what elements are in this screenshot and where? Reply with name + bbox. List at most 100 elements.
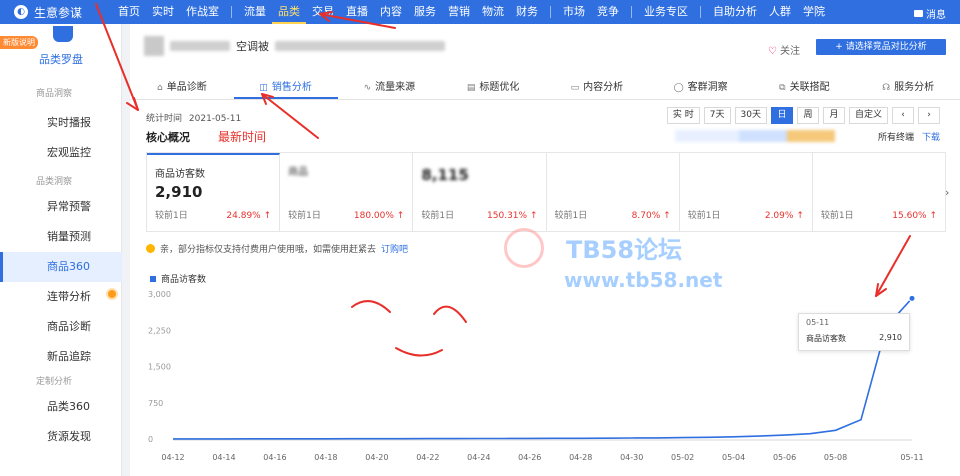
time-button[interactable]: 30天 [734,107,767,124]
nav-item[interactable]: 直播 [340,0,374,24]
blurred-strip [675,130,835,142]
tab-6[interactable]: ⧉ 关联搭配 [753,76,857,99]
sidebar-item[interactable]: 货源发现 [0,422,122,452]
nav-item[interactable]: 物流 [476,0,510,24]
download-link[interactable]: 下载 [922,130,940,143]
up-arrow-icon: ↑ [529,211,538,221]
time-button[interactable]: 月 [822,107,845,124]
product-thumbnail [144,36,164,56]
mail-icon [914,10,923,17]
watermark-line1: TB58论坛 [566,236,683,264]
core-overview-title: 核心概况 [146,131,190,144]
next-date-icon[interactable]: › [918,107,940,124]
metric-change-pct: 8.70% [631,211,661,221]
tab-label: 标题优化 [479,82,520,93]
legend-label: 商品访客数 [161,275,207,285]
tab-7[interactable]: ☊ 服务分析 [856,76,960,99]
metric-card[interactable]: 商品访客数 2,910 较前1日 24.89% ↑ [147,153,281,231]
sidebar-item[interactable]: 销量预测 [0,222,122,252]
metric-card[interactable]: 8,115 较前1日 150.31% ↑ [413,153,547,231]
tab-label: 流量来源 [375,82,416,93]
nav-item[interactable]: 竞争 [591,0,625,24]
time-button[interactable]: 7天 [703,107,731,124]
y-tick-label: 0 [148,435,153,444]
metric-compare-label: 较前1日 [155,211,188,221]
sidebar-item[interactable]: 商品360 [0,252,122,282]
chart-legend[interactable]: 商品访客数 [150,272,206,285]
nav-item[interactable]: 营销 [442,0,476,24]
brand-logo-icon: ◐ [14,5,28,19]
x-tick-label: 05-06 [773,453,796,462]
tooltip-date: 05-11 [806,318,830,327]
favorite-button[interactable]: ♡ 关注 [768,42,800,57]
up-arrow-icon: ↑ [663,211,671,221]
tab-4[interactable]: ▭ 内容分析 [545,76,649,99]
sidebar-section-label: 定制分析 [36,377,73,387]
metric-change-pct: 24.89% [226,211,261,221]
sidebar-item[interactable]: 实时播报 [0,108,122,138]
nav-item[interactable]: 财务 [510,0,544,24]
up-arrow-icon: ↑ [396,211,405,221]
time-button[interactable]: 日 [770,107,793,124]
tab-0[interactable]: ⌂ 单品诊断 [130,76,234,99]
sidebar-item[interactable]: 新品追踪 [0,342,122,372]
metric-compare-label: 较前1日 [288,211,321,221]
metric-card[interactable]: 较前1日 2.09% ↑ [680,153,813,231]
sidebar-item[interactable]: 品类360 [0,392,122,422]
nav-item[interactable]: 首页 [112,0,146,24]
chart-icon: ▤ [466,83,476,93]
x-tick-label: 04-18 [314,453,337,462]
nav-item[interactable]: 作战室 [180,0,225,24]
x-tick-label: 05-04 [722,453,745,462]
all-terminals-select[interactable]: 所有终端 [878,130,914,143]
sidebar-item[interactable]: 连带分析 [0,282,122,312]
nav-item[interactable]: 自助分析 [707,0,763,24]
sidebar-item[interactable]: 异常预警 [0,192,122,222]
nav-item[interactable]: 流量 [238,0,272,24]
metric-card[interactable]: 较前1日 15.60% ↑ [813,153,945,231]
sidebar-item[interactable]: 商品诊断 [0,312,122,342]
prev-date-icon[interactable]: ‹ [892,107,914,124]
nav-item[interactable]: 服务 [408,0,442,24]
sidebar-item[interactable]: 宏观监控 [0,138,122,168]
latest-time-annotation: 最新时间 [218,130,267,144]
new-version-tag[interactable]: 新版说明 [0,36,38,49]
floating-dot-icon[interactable] [106,288,118,300]
stat-time-label: 统计时间 [146,114,183,124]
nav-separator [631,6,632,18]
nav-item[interactable]: 交易 [306,0,340,24]
x-tick-label: 04-28 [569,453,592,462]
nav-item[interactable]: 内容 [374,0,408,24]
headset-icon: ☊ [882,83,891,93]
tab-label: 内容分析 [583,82,624,93]
nav-item[interactable]: 品类 [272,0,306,24]
notice-text: 亲，部分指标仅支持付费用户使用哦，如需使用赶紧去 [160,245,377,255]
x-tick-label: 05-08 [824,453,847,462]
tab-2[interactable]: ∿ 流量来源 [338,76,442,99]
tab-3[interactable]: ▤ 标题优化 [441,76,545,99]
metric-card[interactable]: 较前1日 8.70% ↑ [547,153,680,231]
core-actions: 所有终端 下载 [878,130,940,143]
nav-item[interactable]: 人群 [763,0,797,24]
time-button[interactable]: 周 [796,107,819,124]
y-tick-label: 750 [148,399,163,408]
nav-item[interactable]: 市场 [557,0,591,24]
metric-cards: 商品访客数 2,910 较前1日 24.89% ↑ 商品 较前1日 180.00% ↑ 8,1… [146,152,946,232]
brand[interactable]: ◐ 生意参谋 [0,4,112,21]
metric-change: 150.31% ↑ [487,211,537,221]
nav-item[interactable]: 实时 [146,0,180,24]
legend-swatch [150,275,156,282]
nav-item[interactable]: 学院 [797,0,831,24]
tab-1[interactable]: ◫ 销售分析 [233,76,338,99]
time-button[interactable]: 自定义 [848,107,888,124]
nav-item[interactable]: 业务专区 [638,0,694,24]
compare-button[interactable]: + 请选择竞品对比分析 [816,39,946,55]
time-button[interactable]: 实 时 [666,107,700,124]
metric-change: 8.70% ↑ [632,211,671,221]
tab-5[interactable]: ◯ 客群洞察 [649,76,753,99]
subscribe-link[interactable]: 订购吧 [381,242,408,255]
chevron-right-icon[interactable]: › [945,186,949,199]
metric-compare-label: 较前1日 [820,211,854,221]
message-button[interactable]: 消息 [914,6,946,21]
metric-card[interactable]: 商品 较前1日 180.00% ↑ [280,153,414,231]
